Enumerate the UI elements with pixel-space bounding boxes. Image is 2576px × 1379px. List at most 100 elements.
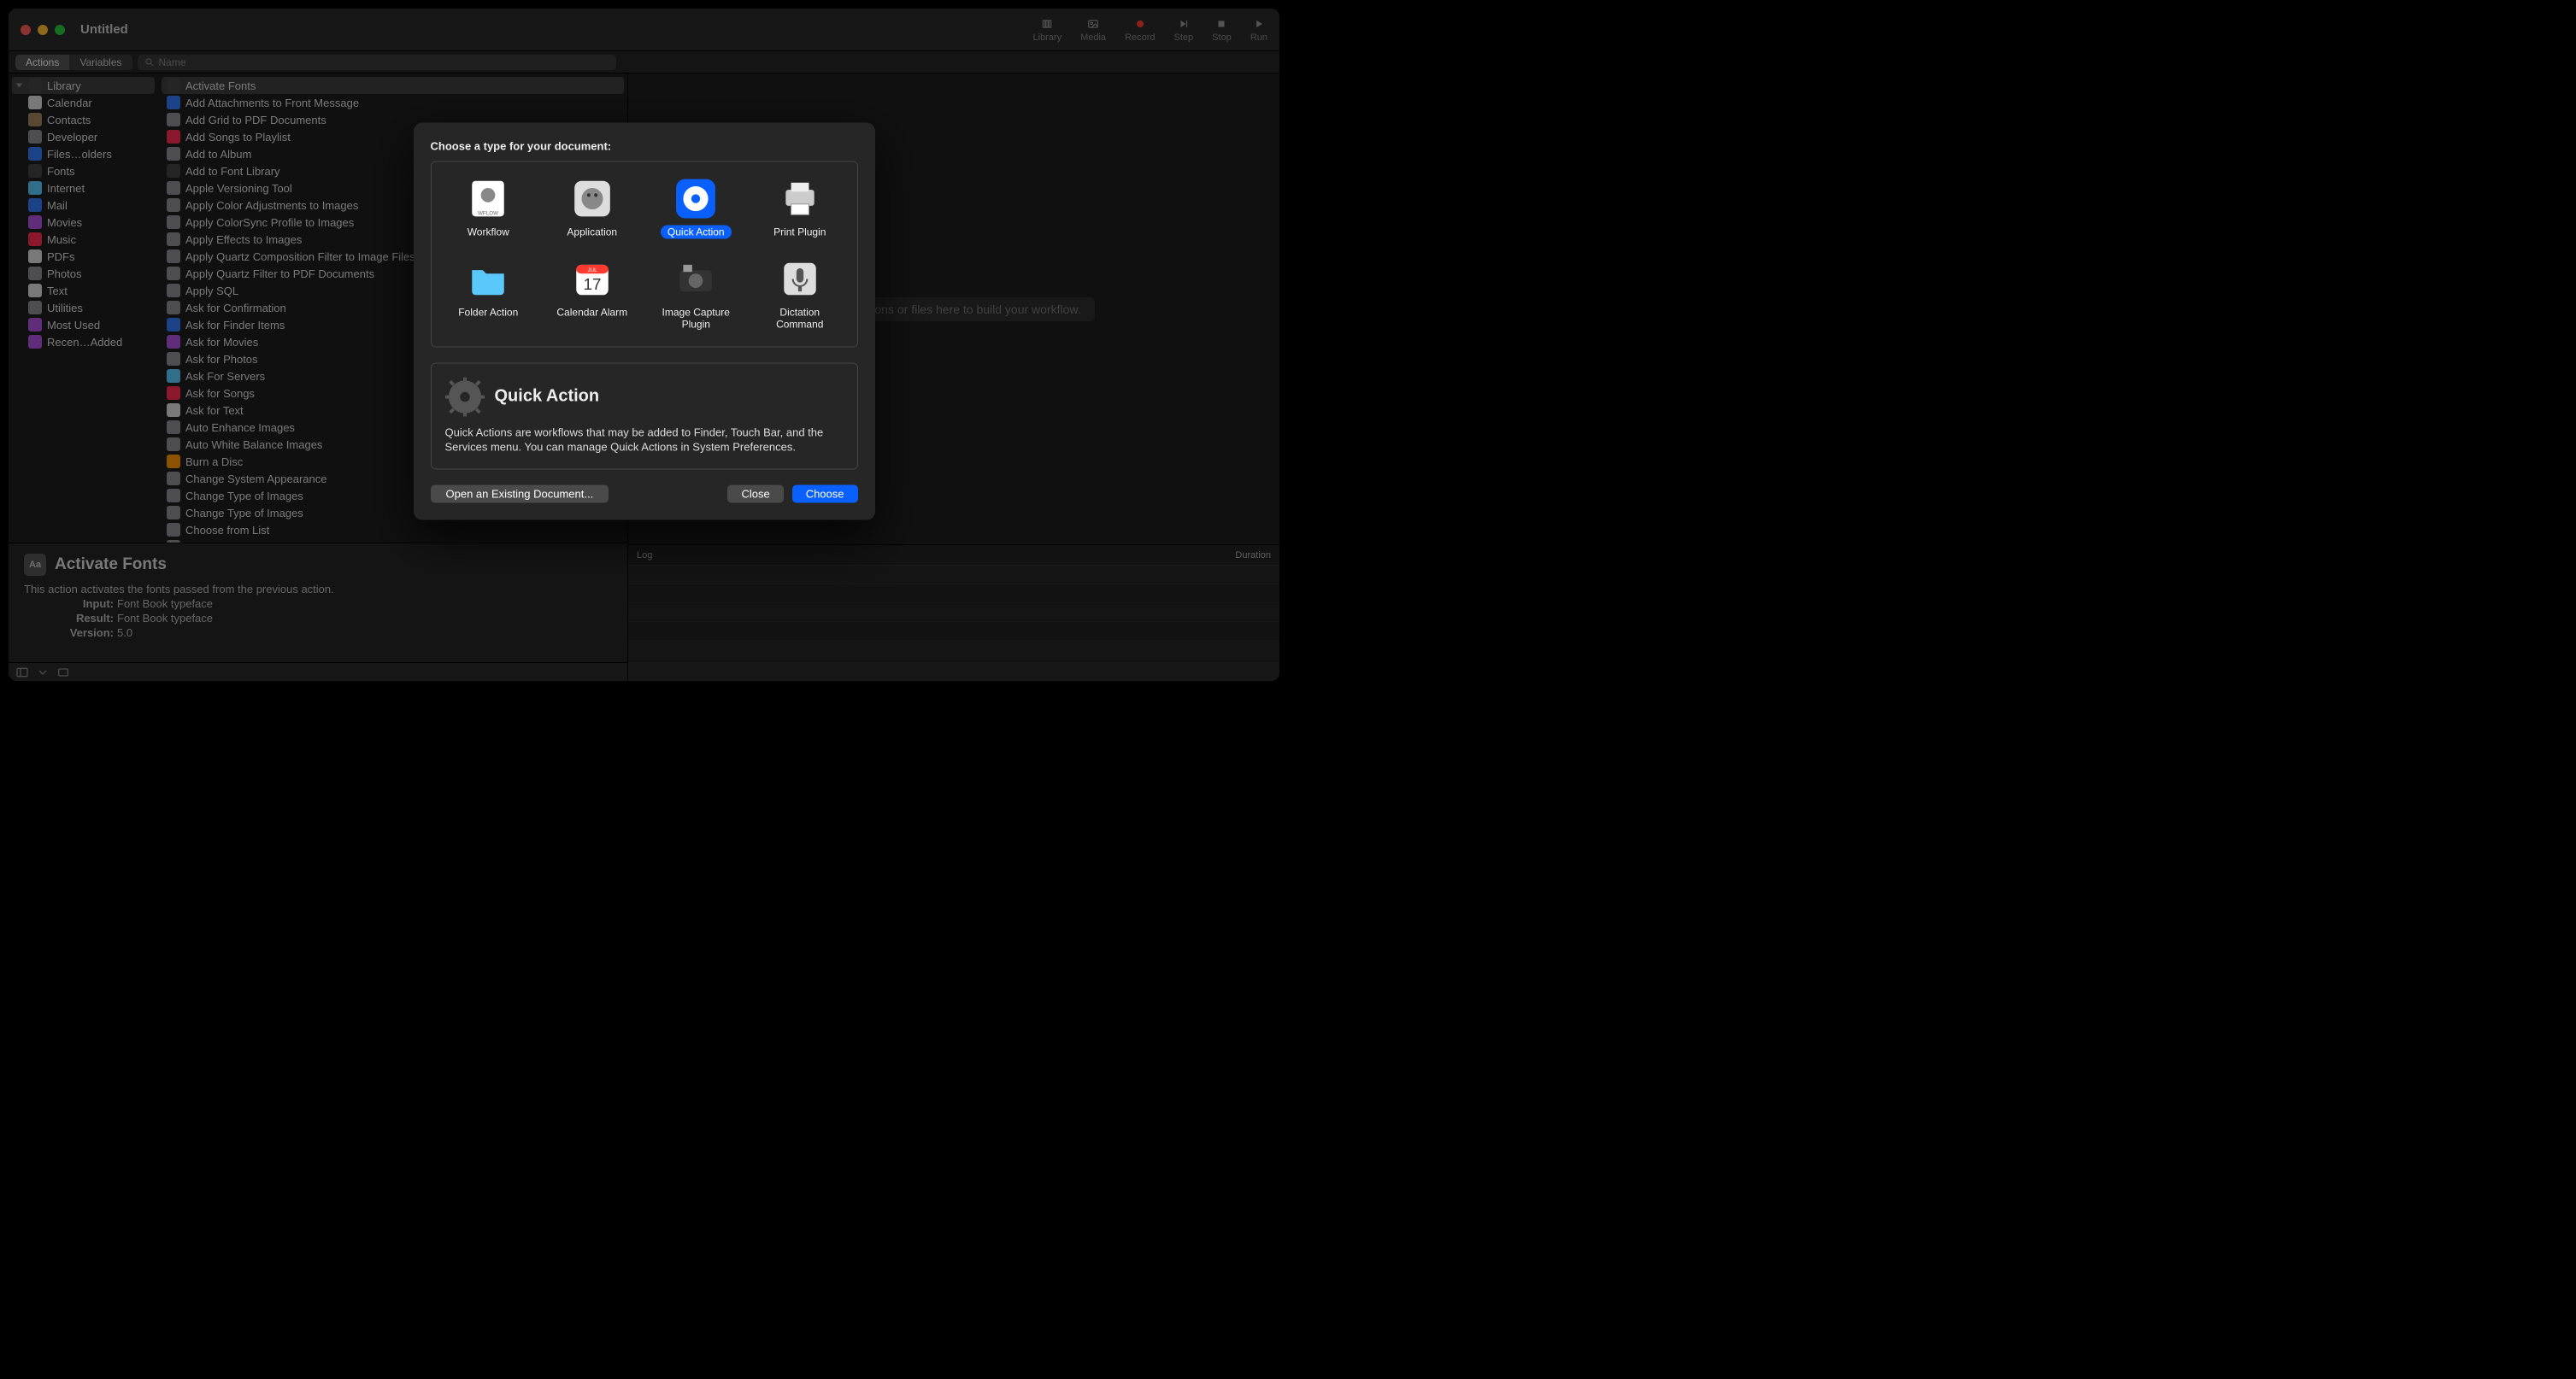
choose-button[interactable]: Choose (792, 484, 858, 502)
doc-type-folder-action[interactable]: Folder Action (440, 254, 538, 334)
library-item[interactable]: Files…olders (12, 145, 155, 162)
action-item-label: Apple Versioning Tool (185, 182, 292, 195)
library-item[interactable]: Utilities (12, 299, 155, 316)
doc-type-image-capture-plugin[interactable]: Image Capture Plugin (648, 254, 745, 334)
library-column[interactable]: Library Calendar Contacts DeveloperFiles…ol… (9, 73, 158, 543)
search-input[interactable]: Name (138, 55, 616, 70)
library-item[interactable]: Library (12, 77, 155, 94)
doc-type-dictation-command[interactable]: Dictation Command (751, 254, 849, 334)
close-button[interactable]: Close (727, 484, 783, 502)
info-description: This action activates the fonts passed f… (24, 583, 612, 596)
action-icon (167, 284, 180, 297)
font-icon: Aa (24, 554, 46, 576)
window-title: Untitled (80, 22, 128, 37)
print-plugin-icon (779, 177, 821, 220)
play-icon (1250, 17, 1267, 31)
doc-type-quick-action[interactable]: Quick Action (648, 173, 745, 242)
library-item[interactable]: Recen…Added (12, 333, 155, 350)
action-icon (167, 79, 180, 92)
toolbar-stop-button[interactable]: Stop (1212, 17, 1232, 43)
gear-icon (445, 377, 485, 416)
log-header: Log Duration (628, 545, 1279, 566)
toolbar-record-button[interactable]: Record (1125, 17, 1155, 43)
action-item[interactable]: Choose from List (162, 521, 624, 538)
toolbar-label: Step (1174, 32, 1194, 43)
search-icon (144, 57, 155, 67)
segment-actions[interactable]: Actions (15, 55, 69, 70)
toolbar-step-button[interactable]: Step (1174, 17, 1194, 43)
action-icon (167, 403, 180, 417)
action-item[interactable]: Add Attachments to Front Message (162, 94, 624, 111)
library-item[interactable]: Fonts (12, 162, 155, 179)
library-item[interactable]: PDFs (12, 248, 155, 265)
doc-type-application[interactable]: Application (544, 173, 641, 242)
action-item-label: Apply SQL (185, 285, 238, 297)
log-footer (628, 662, 1279, 681)
library-item[interactable]: Mail (12, 197, 155, 214)
action-icon (167, 301, 180, 314)
library-item-label: Library (47, 79, 81, 92)
toolbar-library-button[interactable]: Library (1032, 17, 1062, 43)
action-icon (167, 369, 180, 383)
action-item-label: Change Type of Images (185, 507, 303, 519)
library-item[interactable]: Music (12, 231, 155, 248)
action-icon (167, 489, 180, 502)
toolbar-run-button[interactable]: Run (1250, 17, 1267, 43)
doc-type-workflow[interactable]: WFLOWWorkflow (440, 173, 538, 242)
action-item-label: Apply Quartz Composition Filter to Image… (185, 250, 415, 263)
type-description-box: Quick Action Quick Actions are workflows… (431, 362, 858, 469)
action-item-label: Add Songs to Playlist (185, 131, 291, 144)
log-row (628, 566, 1279, 584)
action-item[interactable]: Activate Fonts (162, 77, 624, 94)
zoom-window-button[interactable] (55, 25, 65, 35)
info-version-row: Version:5.0 (58, 626, 612, 639)
library-item[interactable]: Movies (12, 214, 155, 231)
doc-type-label: Image Capture Plugin (651, 305, 742, 331)
info-title-row: Aa Activate Fonts (24, 554, 612, 576)
open-existing-button[interactable]: Open an Existing Document... (431, 484, 609, 502)
disclosure-triangle-icon[interactable] (16, 84, 23, 88)
library-item[interactable]: Photos (12, 265, 155, 282)
action-icon (167, 335, 180, 349)
action-item-label: Auto Enhance Images (185, 421, 295, 434)
library-item[interactable]: Most Used (12, 316, 155, 333)
action-item-label: Apply Effects to Images (185, 233, 302, 246)
minimize-window-button[interactable] (38, 25, 48, 35)
doc-type-print-plugin[interactable]: Print Plugin (751, 173, 849, 242)
library-item-label: Music (47, 233, 76, 246)
doc-type-label: Calendar Alarm (550, 305, 634, 319)
action-item-label: Ask for Confirmation (185, 302, 286, 314)
modal-heading: Choose a type for your document: (431, 139, 858, 152)
segment-variables[interactable]: Variables (69, 55, 132, 70)
category-icon (28, 267, 42, 280)
action-icon (167, 181, 180, 195)
library-item[interactable]: Developer (12, 128, 155, 145)
action-item-label: Change Type of Images (185, 490, 303, 502)
toolbar-label: Stop (1212, 32, 1232, 43)
library-item[interactable]: Contacts (12, 111, 155, 128)
library-item[interactable]: Internet (12, 179, 155, 197)
library-item-label: Developer (47, 131, 97, 144)
category-icon (28, 249, 42, 263)
toolbar: Library Media Record Step Stop Run (1032, 17, 1267, 43)
library-item[interactable]: Calendar (12, 94, 155, 111)
chevron-down-icon[interactable] (36, 666, 50, 679)
log-row (628, 603, 1279, 622)
library-item-label: Calendar (47, 97, 92, 109)
media-icon[interactable] (56, 666, 70, 679)
toolbar-media-button[interactable]: Media (1080, 17, 1106, 43)
svg-text:WFLOW: WFLOW (478, 210, 498, 216)
info-result-row: Result:Font Book typeface (58, 612, 612, 625)
hide-library-button[interactable] (15, 666, 29, 679)
library-item[interactable]: Text (12, 282, 155, 299)
folder-icon (28, 318, 42, 332)
dictation-command-icon (779, 257, 821, 300)
close-window-button[interactable] (21, 25, 31, 35)
traffic-lights (21, 25, 65, 35)
books-icon (1038, 17, 1056, 31)
library-item-label: Text (47, 285, 68, 297)
action-item-label: Ask for Text (185, 404, 244, 417)
doc-type-calendar-alarm[interactable]: JUL17Calendar Alarm (544, 254, 641, 334)
action-icon (167, 455, 180, 468)
action-icon (167, 249, 180, 263)
